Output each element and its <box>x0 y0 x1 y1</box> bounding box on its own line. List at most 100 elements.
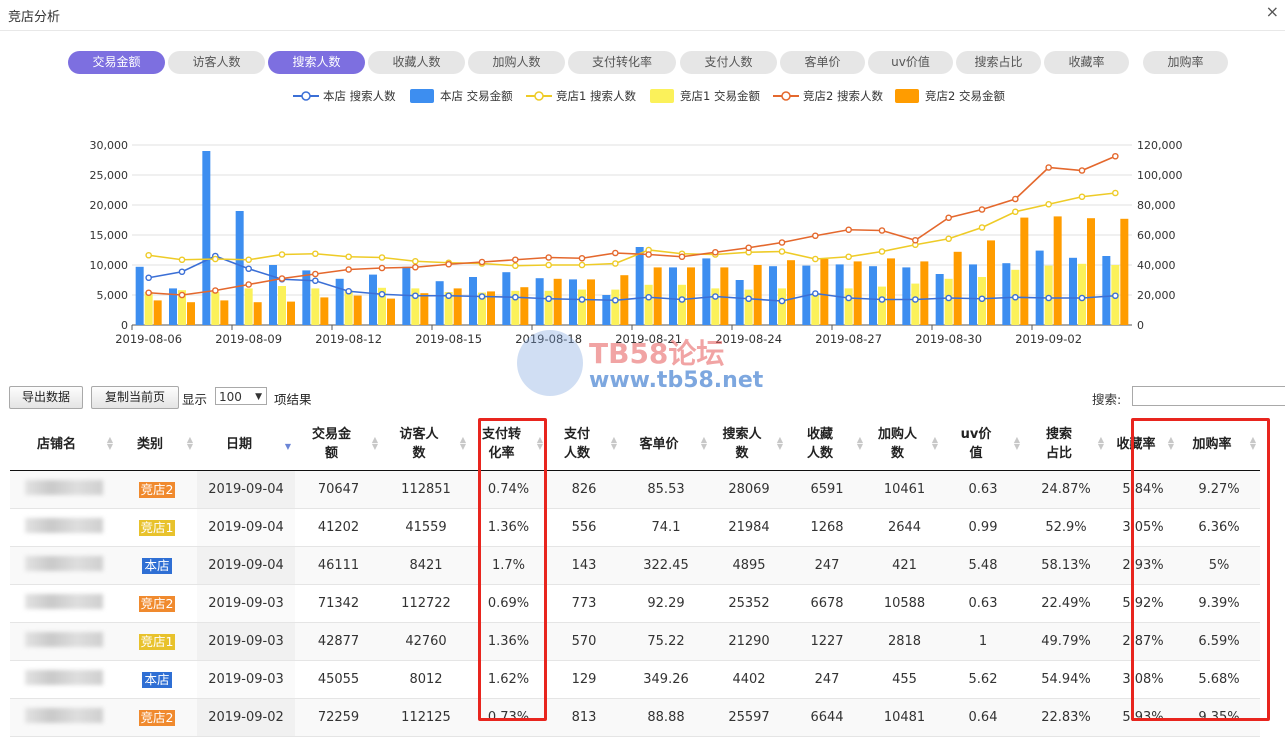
data-point <box>612 296 619 304</box>
col-header[interactable]: 搜索人数 ▲ ▼ <box>711 418 787 471</box>
table-row[interactable]: 竞店1 2019-09-04 41202 41559 1.36% 556 74.1 21984… <box>10 508 1260 547</box>
watermark-title: TB58论坛 <box>589 337 725 370</box>
cell-amount: 41202 <box>295 508 382 547</box>
bar <box>420 293 429 325</box>
cell-cart: 10461 <box>867 470 942 509</box>
line-marker-icon <box>526 91 552 101</box>
data-point <box>845 294 852 302</box>
data-point <box>378 290 386 298</box>
bar <box>1087 218 1095 325</box>
data-point <box>212 255 219 263</box>
data-point <box>478 293 486 300</box>
cell-search-share: 49.79% <box>1024 622 1108 661</box>
y-left-tick-label: 15,000 <box>90 229 129 242</box>
x-tick-label: 2019-08-15 <box>415 332 482 346</box>
tab-payers[interactable]: 支付人数 <box>680 51 777 74</box>
bar <box>920 261 929 325</box>
bar <box>235 211 244 325</box>
data-point <box>578 261 586 269</box>
sort-icon: ▲ ▼ <box>459 435 466 451</box>
tab-visitors[interactable]: 访客人数 <box>168 51 265 74</box>
tab-aov[interactable]: 客单价 <box>780 51 865 74</box>
data-point <box>578 254 586 262</box>
close-icon[interactable]: × <box>1266 2 1279 21</box>
bar <box>1078 263 1086 325</box>
watermark: TB58论坛 www.tb58.net <box>517 330 777 400</box>
col-header-label: 店铺名 <box>36 436 76 452</box>
data-point <box>478 258 486 266</box>
col-header[interactable]: 搜索占比 ▲ ▼ <box>1024 418 1108 471</box>
y-left-tick-label: 10,000 <box>90 259 129 272</box>
tab-uv-value[interactable]: uv价值 <box>868 51 953 74</box>
data-point <box>445 260 452 268</box>
cell-visitors: 8421 <box>382 546 470 585</box>
col-header[interactable]: 访客人数 ▲ ▼ <box>382 418 470 471</box>
data-point <box>1078 294 1086 302</box>
y-left-tick-label: 20,000 <box>90 199 129 212</box>
col-header[interactable]: 日期 ▼ <box>197 418 295 471</box>
category-badge: 竞店2 <box>138 709 176 726</box>
bar <box>244 288 253 325</box>
col-header[interactable]: 收藏人数 ▲ ▼ <box>787 418 867 471</box>
cell-fav: 6644 <box>787 698 867 737</box>
search-input[interactable] <box>1132 386 1285 406</box>
sort-icon: ▲ ▼ <box>776 435 783 451</box>
cell-uv: 0.63 <box>942 470 1024 509</box>
category-cell: 竞店2 <box>117 470 197 509</box>
cell-date: 2019-09-03 <box>197 622 295 661</box>
data-table: 店铺名 ▲ ▼ 类别 ▲ ▼ 日期 ▼ 交易金额 ▲ ▼ 访客人数 ▲ ▼ 支付转化率 ▲ ▼ 支付人… <box>10 418 1260 737</box>
bar <box>435 281 444 325</box>
tab-searchers[interactable]: 搜索人数 <box>268 51 365 74</box>
export-button[interactable]: 导出数据 <box>9 386 83 409</box>
col-header-label: 客单价 <box>639 436 679 452</box>
bar <box>269 265 277 325</box>
table-row[interactable]: 竞店2 2019-09-04 70647 112851 0.74% 826 85.53 280… <box>10 470 1260 509</box>
cell-cart: 10481 <box>867 698 942 737</box>
bar <box>787 260 795 325</box>
bar <box>1002 263 1011 325</box>
tab-cart-rate[interactable]: 加购率 <box>1143 51 1228 74</box>
col-header[interactable]: uv价值 ▲ ▼ <box>942 418 1024 471</box>
category-badge: 竞店1 <box>138 519 176 536</box>
col-header-label: 交易金额 <box>311 427 351 461</box>
tab-fav-rate[interactable]: 收藏率 <box>1044 51 1129 74</box>
col-header[interactable]: 客单价 ▲ ▼ <box>621 418 711 471</box>
col-header[interactable]: 交易金额 ▲ ▼ <box>295 418 382 471</box>
table-row[interactable]: 竞店2 2019-09-03 71342 112722 0.69% 773 92.29 253… <box>10 584 1260 623</box>
bar <box>853 261 862 325</box>
page-size-select[interactable]: 100 ▼ <box>215 387 267 405</box>
cell-search-share: 58.13% <box>1024 546 1108 585</box>
tab-trade-amount[interactable]: 交易金额 <box>68 51 165 74</box>
tab-add-cart[interactable]: 加购人数 <box>468 51 565 74</box>
col-header[interactable]: 加购人数 ▲ ▼ <box>867 418 942 471</box>
blurred-shop-name <box>24 556 103 571</box>
legend-label: 竞店2 交易金额 <box>925 89 1005 103</box>
data-point <box>745 295 752 303</box>
cell-payers: 570 <box>547 622 621 661</box>
category-badge: 竞店1 <box>138 633 176 650</box>
data-point <box>145 251 152 259</box>
cell-search: 25352 <box>711 584 787 623</box>
bar <box>987 240 995 325</box>
data-point <box>645 293 652 301</box>
tab-favorites[interactable]: 收藏人数 <box>368 51 465 74</box>
col-header[interactable]: 类别 ▲ ▼ <box>117 418 197 471</box>
col-header[interactable]: 支付人数 ▲ ▼ <box>547 418 621 471</box>
table-row[interactable]: 本店 2019-09-04 46111 8421 1.7% 143 322.45 4895 24… <box>10 546 1260 585</box>
copy-page-button[interactable]: 复制当前页 <box>91 386 179 409</box>
table-row[interactable]: 竞店2 2019-09-02 72259 112125 0.73% 813 88.88 255… <box>10 698 1260 737</box>
data-point <box>1078 167 1086 174</box>
bar <box>1035 250 1044 325</box>
col-header[interactable]: 店铺名 ▲ ▼ <box>10 418 117 471</box>
tab-search-share[interactable]: 搜索占比 <box>956 51 1041 74</box>
data-point <box>778 297 786 305</box>
bar <box>311 288 320 325</box>
cell-amount: 42877 <box>295 622 382 661</box>
data-point <box>712 248 719 256</box>
tab-conversion[interactable]: 支付转化率 <box>568 51 676 74</box>
table-row[interactable]: 本店 2019-09-03 45055 8012 1.62% 129 349.26 4402 2… <box>10 660 1260 699</box>
cell-uv: 1 <box>942 622 1024 661</box>
table-row[interactable]: 竞店1 2019-09-03 42877 42760 1.36% 570 75.22 2129… <box>10 622 1260 661</box>
data-point <box>278 275 286 282</box>
bar <box>1120 218 1129 325</box>
